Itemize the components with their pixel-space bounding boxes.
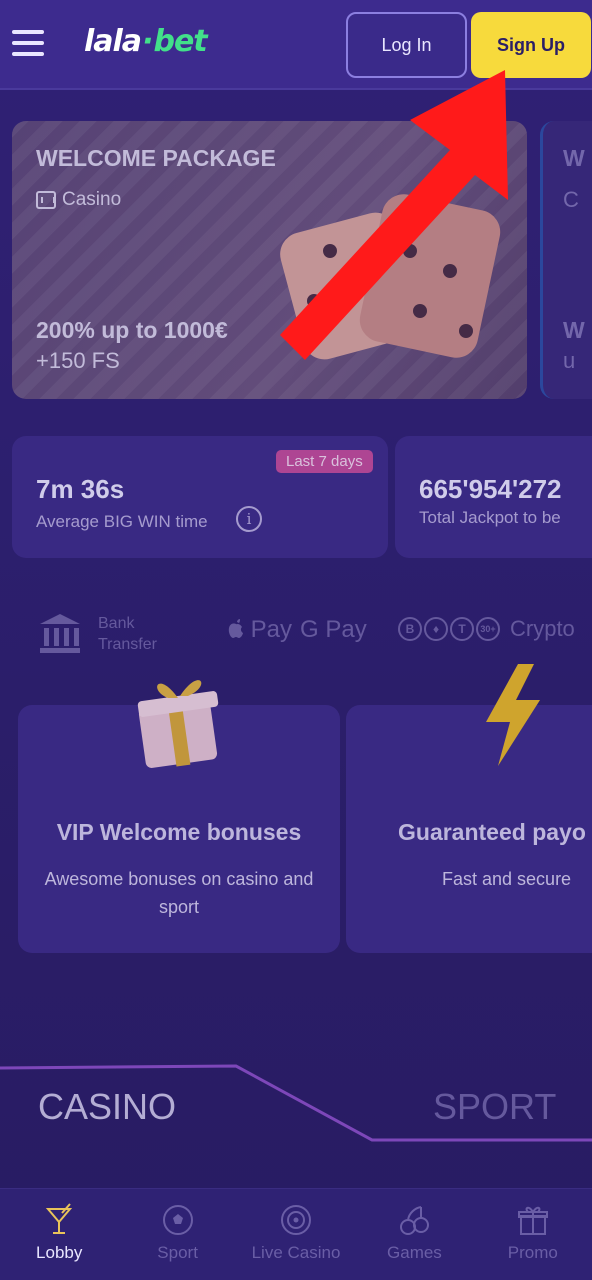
casino-sport-switcher: CASINO SPORT xyxy=(0,1060,592,1150)
bank-label-line1: Bank xyxy=(98,615,135,632)
info-icon[interactable]: i xyxy=(236,506,262,532)
bank-transfer: Bank Transfer xyxy=(36,610,157,658)
nav-games[interactable]: Games xyxy=(355,1189,473,1280)
total-jackpot-card: 665'954'272 Total Jackpot to be xyxy=(395,436,592,558)
next-banner-sub: C xyxy=(563,187,579,212)
bank-icon xyxy=(40,614,80,653)
next-banner-offer: W xyxy=(563,317,585,343)
casino-tab[interactable]: CASINO xyxy=(38,1086,176,1128)
bottom-navigation: Lobby Sport Live Casino Games Promo xyxy=(0,1188,592,1280)
nav-live-casino[interactable]: Live Casino xyxy=(237,1189,355,1280)
google-pay-logo: G Pay xyxy=(300,616,367,643)
banner-offer: 200% up to 1000€ xyxy=(36,317,228,343)
logo-text-bet: bet xyxy=(153,24,207,59)
big-win-time-value: 7m 36s xyxy=(36,474,125,504)
apple-pay-label: Pay xyxy=(244,616,293,643)
banner-category: Casino xyxy=(36,189,121,211)
logo[interactable]: lala·bet xyxy=(84,24,208,59)
dice-illustration xyxy=(280,194,501,360)
cocktail-icon xyxy=(46,1203,73,1234)
jackpot-value: 665'954'272 xyxy=(419,474,562,504)
nav-label: Lobby xyxy=(36,1243,83,1262)
slot-machine-icon xyxy=(36,191,56,209)
nav-sport[interactable]: Sport xyxy=(118,1189,236,1280)
big-win-time-label: Average BIG WIN time xyxy=(36,512,208,531)
lightning-bolt-icon xyxy=(486,664,540,766)
nav-lobby[interactable]: Lobby xyxy=(0,1189,118,1280)
soccer-ball-icon xyxy=(162,1205,193,1235)
apple-pay-logo: Pay xyxy=(228,616,292,644)
more-coins-icon: 30+ xyxy=(476,617,500,641)
nav-label: Promo xyxy=(507,1243,558,1262)
hamburger-menu-icon[interactable] xyxy=(12,30,44,60)
signup-button[interactable]: Sign Up xyxy=(471,12,591,78)
nav-label: Live Casino xyxy=(251,1243,341,1262)
next-banner-title: W xyxy=(563,145,585,171)
app-screen: lala·bet Log In Sign Up WELCOME PACKAGE … xyxy=(0,0,592,1280)
banner-free-spins: +150 FS xyxy=(36,348,120,373)
sport-tab[interactable]: SPORT xyxy=(433,1086,556,1128)
feature-desc: Fast and secure xyxy=(442,869,572,889)
crypto-label: Crypto xyxy=(510,616,575,641)
tether-icon: T xyxy=(450,617,474,641)
next-banner-fs: u xyxy=(563,348,576,373)
welcome-package-banner[interactable]: WELCOME PACKAGE Casino 200% up to 1000€ … xyxy=(12,121,527,399)
feature-title: VIP Welcome bonuses xyxy=(56,819,302,845)
banner-title: WELCOME PACKAGE xyxy=(36,145,276,171)
payment-methods-row: Bank Transfer Pay G Pay B ♦ T 30+ Crypto xyxy=(0,604,592,662)
big-win-time-card: Last 7 days 7m 36s Average BIG WIN time … xyxy=(12,436,388,558)
feature-title: Guaranteed payo xyxy=(398,819,586,845)
nav-label: Sport xyxy=(157,1243,198,1262)
cherries-icon xyxy=(400,1206,430,1235)
roulette-icon xyxy=(281,1205,312,1235)
logo-text-lala: lala xyxy=(84,24,142,59)
period-badge: Last 7 days xyxy=(276,450,373,473)
bitcoin-icon: B xyxy=(398,617,422,641)
next-banner-peek[interactable]: W C W u xyxy=(540,121,592,399)
login-button[interactable]: Log In xyxy=(346,12,467,78)
crypto-methods: B ♦ T 30+ Crypto xyxy=(398,616,575,642)
ethereum-icon: ♦ xyxy=(424,617,448,641)
gift-icon xyxy=(517,1206,548,1235)
bank-label-line2: Transfer xyxy=(98,636,157,653)
nav-label: Games xyxy=(387,1243,442,1262)
top-header: lala·bet Log In Sign Up xyxy=(0,0,592,90)
apple-icon xyxy=(228,619,243,638)
feature-desc: Awesome bonuses on casino and sport xyxy=(44,869,314,917)
banner-category-label: Casino xyxy=(62,189,122,210)
gift-box-icon xyxy=(137,680,219,768)
logo-dot: · xyxy=(142,24,153,59)
guaranteed-payouts-card: Guaranteed payo Fast and secure xyxy=(346,705,592,953)
jackpot-label: Total Jackpot to be xyxy=(419,508,561,527)
nav-promo[interactable]: Promo xyxy=(474,1189,592,1280)
